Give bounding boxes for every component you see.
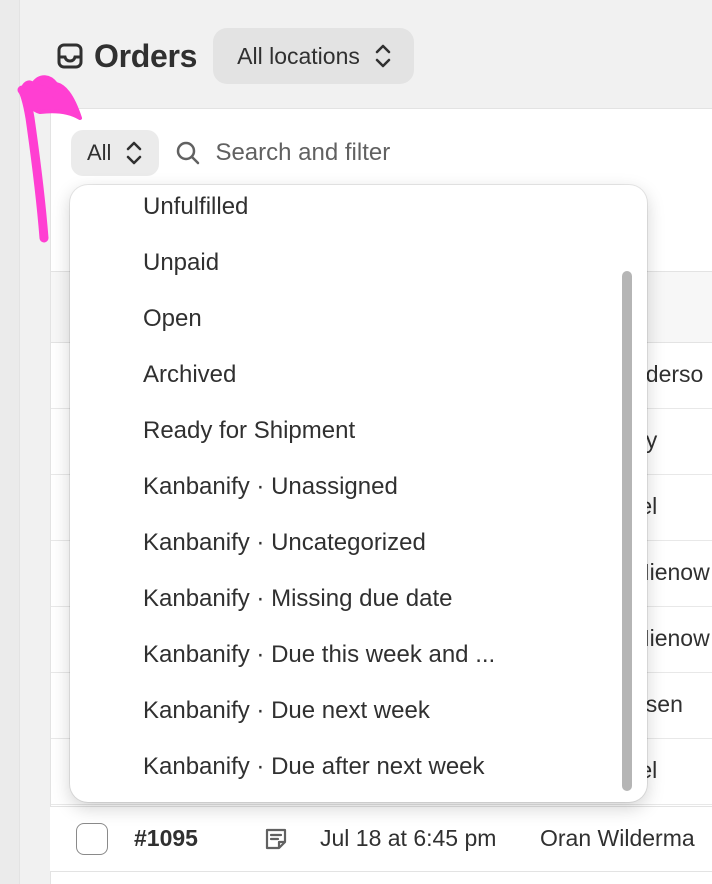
page-header: Orders All locations xyxy=(56,28,414,84)
saved-view-selector[interactable]: All xyxy=(71,130,160,176)
dropdown-scrollbar[interactable] xyxy=(622,271,632,791)
chevron-up-down-icon xyxy=(127,141,142,165)
menu-item-archived[interactable]: Archived xyxy=(70,353,615,409)
menu-item-kanbanify-due-after-next-week[interactable]: Kanbanify · Due after next week xyxy=(70,745,615,801)
table-row[interactable]: #1095 Jul 18 at 6:45 pm Oran Wilderma xyxy=(50,806,712,872)
filter-bar: All Search and filter xyxy=(71,129,390,177)
order-date: Jul 18 at 6:45 pm xyxy=(320,825,497,851)
customer-cell: Oran Wilderma xyxy=(540,825,695,851)
order-number[interactable]: #1095 xyxy=(134,825,198,852)
saved-view-label: All xyxy=(87,140,112,165)
menu-item-kanbanify-due-this-week[interactable]: Kanbanify · Due this week and ... xyxy=(70,633,615,689)
menu-item-kanbanify-missing-due-date[interactable]: Kanbanify · Missing due date xyxy=(70,577,615,633)
menu-item-kanbanify-uncategorized[interactable]: Kanbanify · Uncategorized xyxy=(70,521,615,577)
menu-item-unfulfilled[interactable]: Unfulfilled xyxy=(70,185,615,241)
location-selector-button[interactable]: All locations xyxy=(213,28,414,84)
menu-item-unpaid[interactable]: Unpaid xyxy=(70,241,615,297)
saved-views-dropdown: Unfulfilled Unpaid Open Archived Ready f… xyxy=(70,185,647,802)
menu-item-kanbanify-unassigned[interactable]: Kanbanify · Unassigned xyxy=(70,465,615,521)
page-title: Orders xyxy=(94,37,198,74)
chevron-up-down-icon xyxy=(375,44,391,68)
menu-item-open[interactable]: Open xyxy=(70,297,615,353)
search-input[interactable]: Search and filter xyxy=(215,139,390,167)
search-icon[interactable] xyxy=(175,140,201,166)
location-selector-label: All locations xyxy=(237,42,360,69)
row-checkbox[interactable] xyxy=(76,823,108,855)
menu-item-ready-for-shipment[interactable]: Ready for Shipment xyxy=(70,409,615,465)
orders-inbox-icon xyxy=(57,43,83,69)
left-rail xyxy=(0,0,20,884)
note-icon xyxy=(265,828,287,850)
menu-item-kanbanify-due-next-week[interactable]: Kanbanify · Due next week xyxy=(70,689,615,745)
